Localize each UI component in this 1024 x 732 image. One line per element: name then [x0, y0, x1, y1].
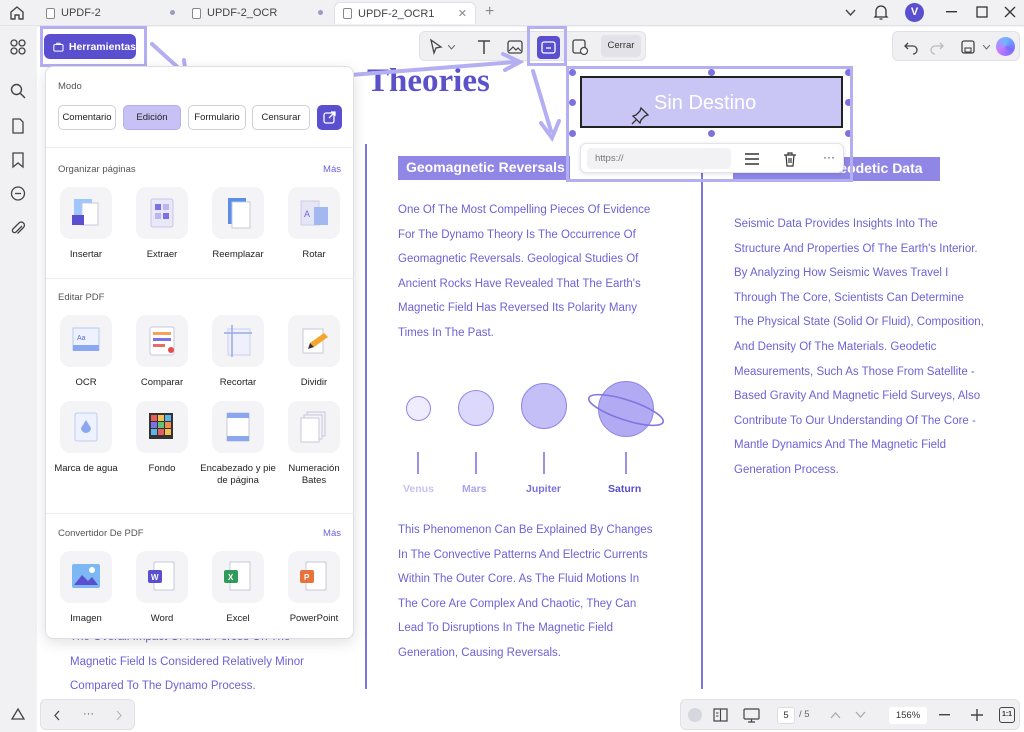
actual-size-button[interactable]: 1:1 — [999, 707, 1015, 723]
tool-convert-excel[interactable]: X Excel — [200, 551, 276, 625]
page-number-input[interactable]: 5 — [777, 707, 795, 724]
bates-numbering-icon — [288, 401, 340, 453]
collapse-icon[interactable] — [688, 708, 702, 722]
more-pages-icon[interactable]: ··· — [83, 708, 94, 720]
svg-text:Aa: Aa — [77, 335, 86, 342]
zoom-level[interactable]: 156% — [889, 707, 927, 724]
zoom-out-icon[interactable] — [939, 714, 950, 716]
convert-more-link[interactable]: Más — [323, 528, 341, 539]
organize-section-title: Organizar páginas — [58, 164, 136, 175]
extract-icon — [136, 187, 188, 239]
chevron-up-icon[interactable] — [830, 711, 841, 719]
tool-ocr[interactable]: Aa OCR — [48, 315, 124, 389]
mode-edit-button[interactable]: Edición — [123, 105, 181, 130]
word-file-icon: W — [136, 551, 188, 603]
organize-more-link[interactable]: Más — [323, 164, 341, 175]
tool-label: Dividir — [300, 377, 328, 388]
tool-label: OCR — [75, 377, 97, 388]
svg-text:P: P — [304, 573, 310, 582]
tool-bates-numbering[interactable]: Numeración Bates — [276, 401, 352, 487]
tool-convert-image[interactable]: Imagen — [48, 551, 124, 625]
split-icon — [288, 315, 340, 367]
tool-label: Word — [150, 613, 174, 624]
crop-icon — [212, 315, 264, 367]
mode-comment-button[interactable]: Comentario — [58, 105, 116, 130]
background-icon — [136, 401, 188, 453]
tool-rotate[interactable]: A Rotar — [276, 187, 352, 261]
tool-label: Numeración Bates — [288, 463, 340, 486]
tool-label: Extraer — [146, 249, 178, 260]
tool-watermark[interactable]: Marca de agua — [48, 401, 124, 475]
convert-section-title: Convertidor De PDF — [58, 528, 144, 539]
compare-icon — [136, 315, 188, 367]
tool-convert-powerpoint[interactable]: P PowerPoint — [276, 551, 352, 625]
tool-label: PowerPoint — [289, 613, 339, 624]
svg-text:W: W — [151, 573, 159, 582]
presentation-icon[interactable] — [743, 708, 760, 723]
page-total: / 5 — [799, 709, 810, 720]
replace-icon — [212, 187, 264, 239]
tool-label: Comparar — [140, 377, 184, 388]
tool-convert-word[interactable]: W Word — [124, 551, 200, 625]
mode-redact-button[interactable]: Censurar — [252, 105, 310, 130]
chevron-left-icon[interactable] — [53, 710, 61, 721]
tool-extract[interactable]: Extraer — [124, 187, 200, 261]
rotate-icon: A — [288, 187, 340, 239]
header-footer-icon — [212, 401, 264, 453]
section-divider — [46, 278, 355, 279]
mode-section-title: Modo — [58, 81, 82, 92]
chevron-right-icon[interactable] — [115, 710, 123, 721]
tool-header-footer[interactable]: Encabezado y pie de página — [200, 401, 276, 487]
mode-form-button[interactable]: Formulario — [188, 105, 246, 130]
tool-insert[interactable]: Insertar — [48, 187, 124, 261]
powerpoint-file-icon: P — [288, 551, 340, 603]
tool-crop[interactable]: Recortar — [200, 315, 276, 389]
edit-section-title: Editar PDF — [58, 292, 105, 303]
tool-split[interactable]: Dividir — [276, 315, 352, 389]
view-controls-bar: 5 / 5 156% 1:1 — [680, 699, 1020, 730]
tool-label: Fondo — [148, 463, 176, 474]
tool-label: Encabezado y pie de página — [200, 463, 276, 486]
excel-file-icon: X — [212, 551, 264, 603]
page-nav-bar: ··· — [40, 699, 135, 730]
svg-text:A: A — [304, 209, 310, 219]
tool-background[interactable]: Fondo — [124, 401, 200, 475]
toolbox-icon — [53, 42, 64, 52]
tools-panel: Modo Comentario Edición Formulario Censu… — [45, 66, 355, 639]
tool-label: Marca de agua — [54, 463, 118, 474]
tool-label: Rotar — [302, 249, 326, 260]
zoom-in-icon[interactable] — [971, 709, 983, 721]
tool-label: Reemplazar — [212, 249, 264, 260]
tool-compare[interactable]: Comparar — [124, 315, 200, 389]
tool-label: Excel — [226, 613, 250, 624]
watermark-icon — [60, 401, 112, 453]
tool-label: Insertar — [69, 249, 103, 260]
section-divider — [46, 513, 355, 514]
svg-text:X: X — [228, 573, 234, 582]
open-tool-button[interactable] — [317, 105, 342, 130]
tools-button[interactable]: Herramientas — [44, 34, 136, 59]
tools-button-label: Herramientas — [68, 40, 136, 53]
image-file-icon — [60, 551, 112, 603]
open-external-icon — [323, 111, 336, 124]
tool-label: Recortar — [219, 377, 257, 388]
page-layout-icon[interactable] — [713, 708, 728, 722]
tool-label: Imagen — [70, 613, 102, 624]
ocr-icon: Aa — [60, 315, 112, 367]
section-divider — [46, 147, 355, 148]
insert-icon — [60, 187, 112, 239]
tool-replace[interactable]: Reemplazar — [200, 187, 276, 261]
chevron-down-icon[interactable] — [855, 711, 866, 719]
